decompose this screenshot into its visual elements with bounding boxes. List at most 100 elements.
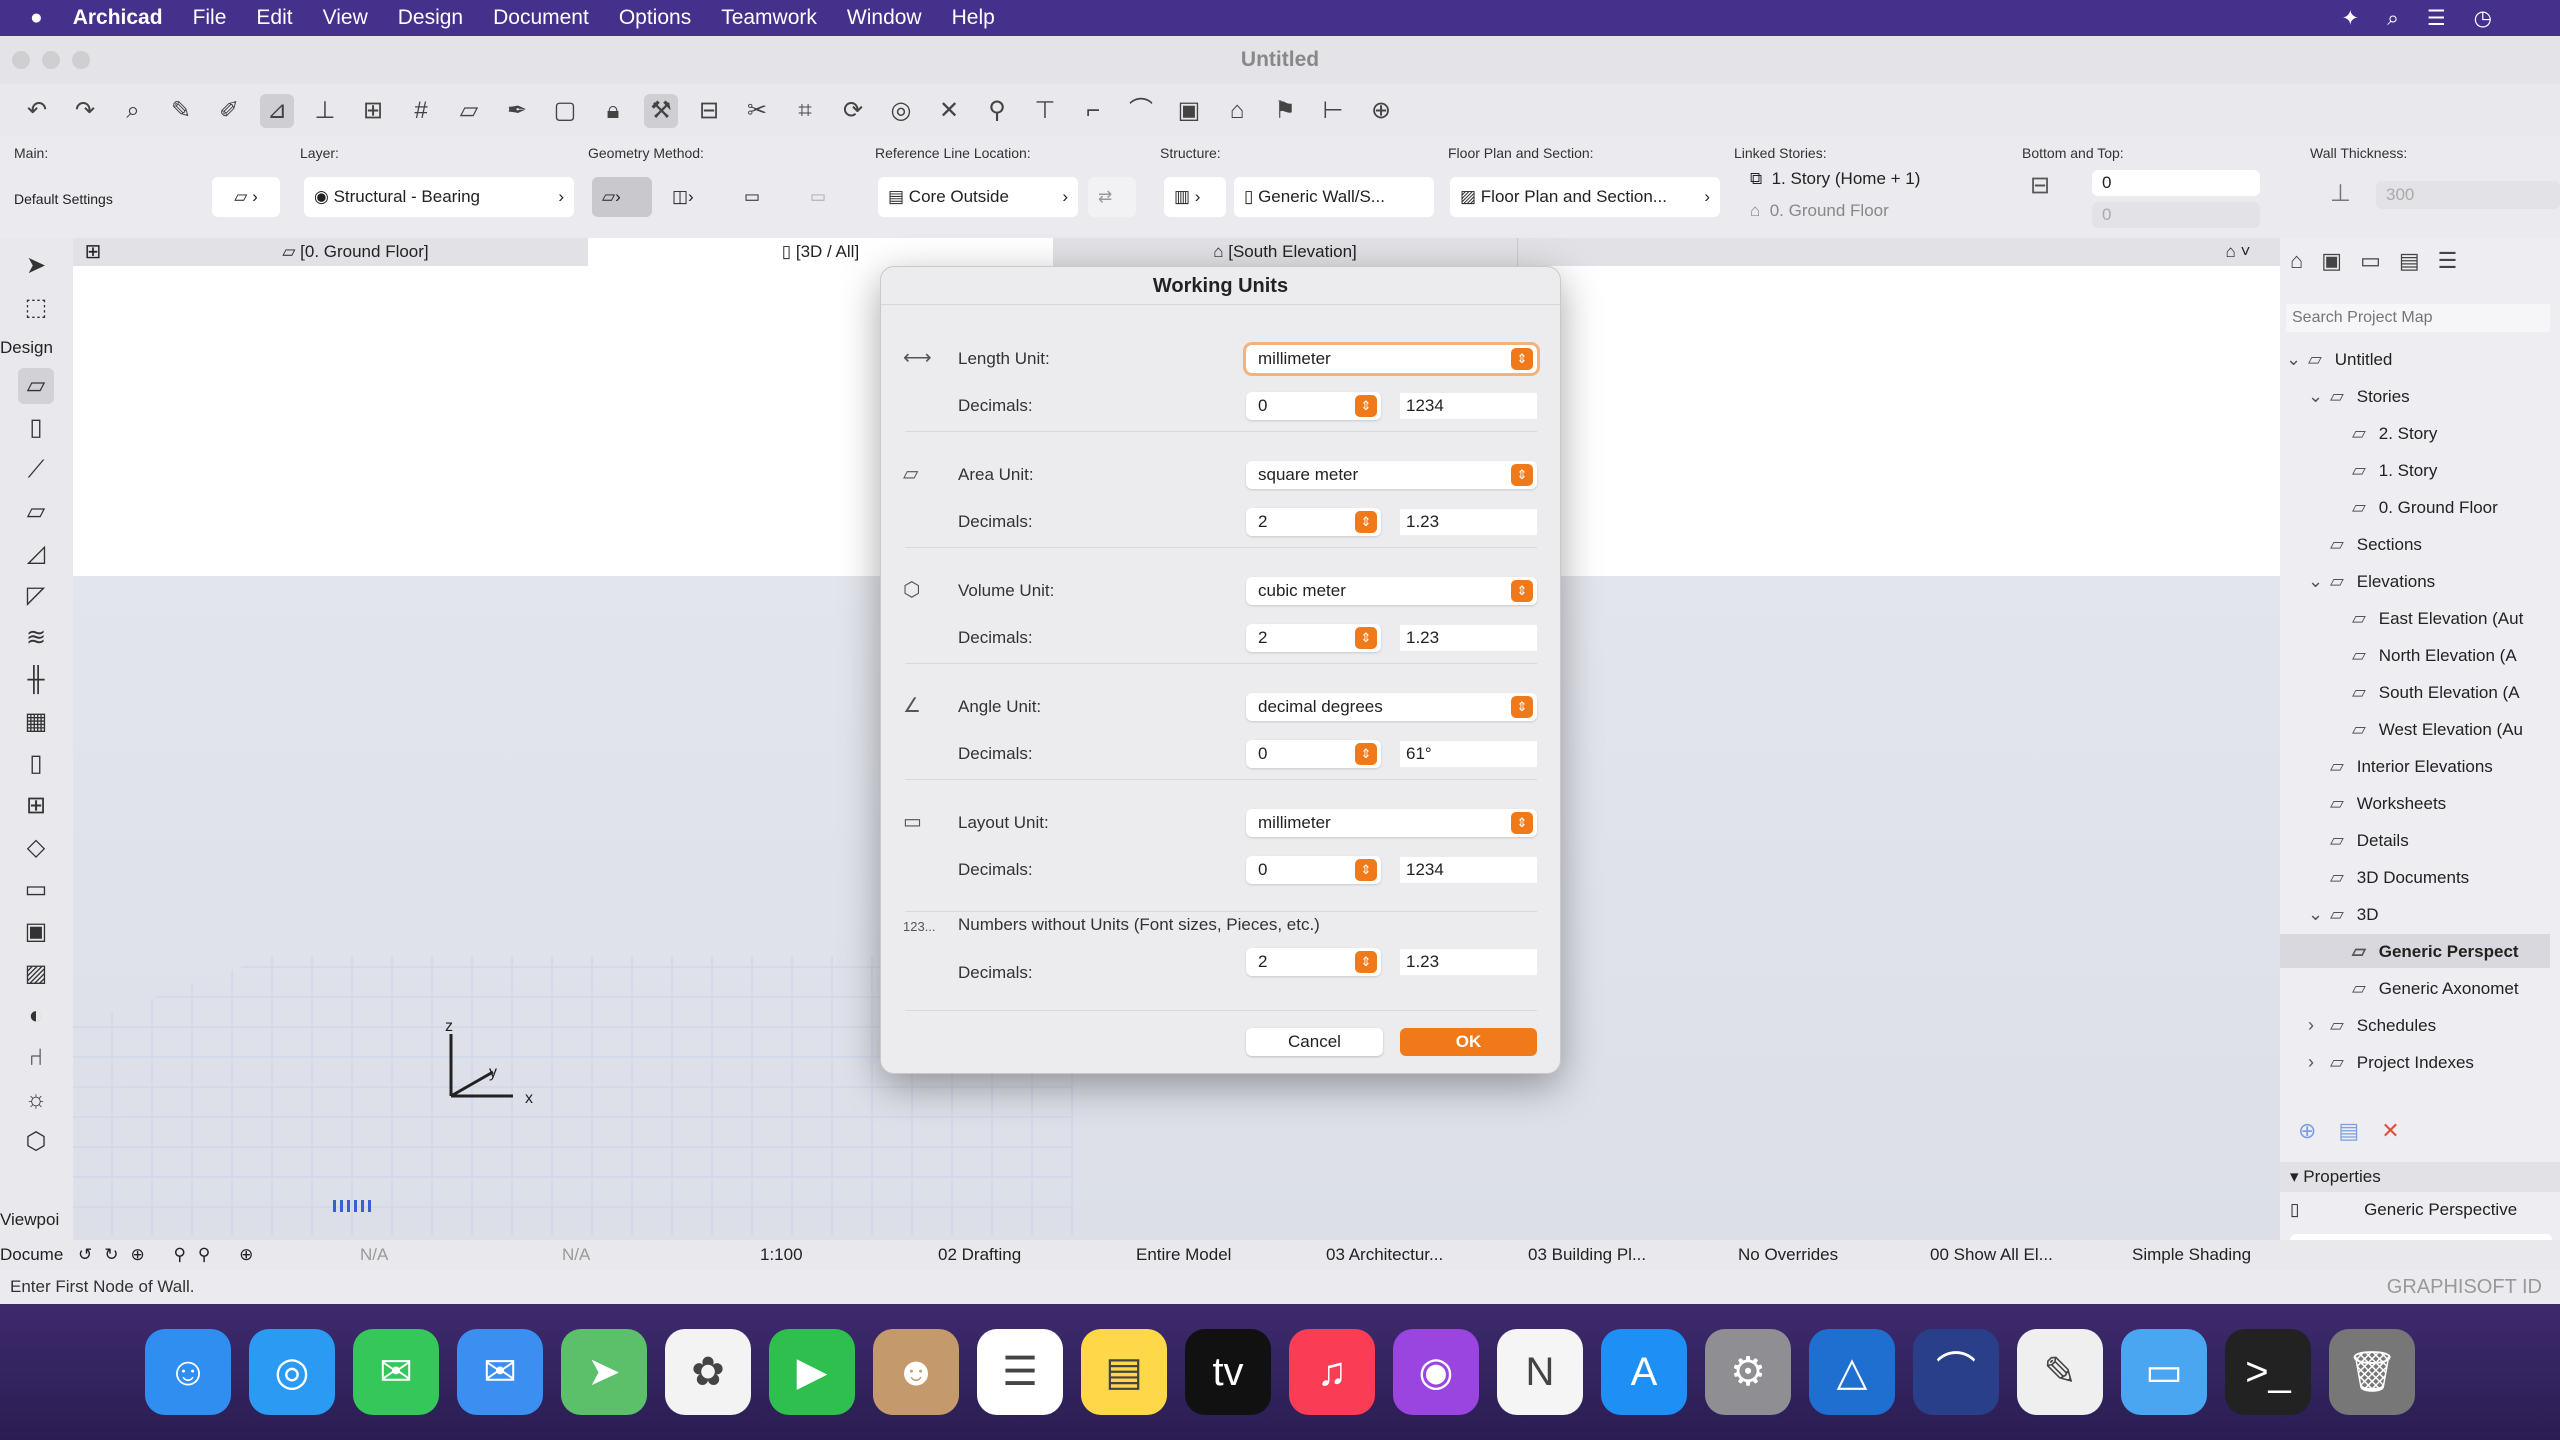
flip-refline-button[interactable]: ⇄ xyxy=(1088,177,1136,217)
lock-icon[interactable]: 🔒︎ xyxy=(596,94,630,128)
tab-3d[interactable]: ▯ [3D / All] xyxy=(588,238,1053,266)
dock-tv-icon[interactable]: tv xyxy=(1185,1329,1271,1415)
render-icon[interactable]: ◎ xyxy=(884,94,918,128)
zone-tool-icon[interactable]: ⬡ xyxy=(18,1124,54,1160)
stepper-arrows-icon[interactable]: ⇕ xyxy=(1355,951,1377,973)
magic-wand-icon[interactable]: ⚒ xyxy=(644,94,678,128)
unit-select[interactable]: decimal degrees ⇕ xyxy=(1246,693,1537,721)
decimals-stepper[interactable]: 0 ⇕ xyxy=(1246,392,1381,420)
arrow-tool-icon[interactable]: ➤ xyxy=(18,248,54,284)
dock-safari-icon[interactable]: ◎ xyxy=(249,1329,335,1415)
stepper-arrows-icon[interactable]: ⇕ xyxy=(1355,511,1377,533)
roof-icon[interactable]: ⌂ xyxy=(1220,94,1254,128)
search-project-map-input[interactable] xyxy=(2286,304,2550,332)
slab-tool-icon[interactable]: ▱ xyxy=(18,494,54,530)
tree-item[interactable]: › ▱ Schedules xyxy=(2280,1008,2550,1042)
menu-edit[interactable]: Edit xyxy=(256,6,292,30)
tree-item[interactable]: ▱ Details xyxy=(2280,823,2550,857)
find-select-icon[interactable]: ⌕ xyxy=(116,94,150,128)
model-view-options-select[interactable]: 03 Building Pl... xyxy=(1528,1240,1646,1270)
marquee-tool-icon[interactable]: ⬚ xyxy=(18,290,54,326)
dock-notes-icon[interactable]: ▤ xyxy=(1081,1329,1167,1415)
dimension-icon[interactable]: ⊟ xyxy=(692,94,726,128)
beam-tool-icon[interactable]: ⟋ xyxy=(18,452,54,488)
dock-messages-icon[interactable]: ✉ xyxy=(353,1329,439,1415)
split-icon[interactable]: ⌗ xyxy=(788,94,822,128)
shell-tool-icon[interactable]: ◸ xyxy=(18,578,54,614)
object-tool-icon[interactable]: ⑁ xyxy=(18,1040,54,1076)
dock-contacts-icon[interactable]: ☻ xyxy=(873,1329,959,1415)
top-offset-input[interactable]: 0 xyxy=(2092,170,2260,196)
geometry-trapezoid-button[interactable]: ▭ xyxy=(734,177,784,217)
zoom-controls[interactable]: ↺↻⊕ ⚲⚲ ⊕ xyxy=(78,1240,265,1270)
tab-south-elevation[interactable]: ⌂ [South Elevation] xyxy=(1053,238,1518,266)
structure-type-button[interactable]: ▥ › xyxy=(1164,177,1226,217)
geometry-polygon-button[interactable]: ▭ xyxy=(800,177,850,217)
decimals-stepper[interactable]: 0 ⇕ xyxy=(1246,740,1381,768)
graphisoft-id-button[interactable]: GRAPHISOFT ID xyxy=(2387,1270,2542,1304)
dock-podcasts-icon[interactable]: ◉ xyxy=(1393,1329,1479,1415)
tree-item[interactable]: ▱ 0. Ground Floor xyxy=(2280,490,2550,524)
decimals-stepper[interactable]: 2 ⇕ xyxy=(1246,508,1381,536)
stair-tool-icon[interactable]: ≋ xyxy=(18,620,54,656)
flag-icon[interactable]: ⚑ xyxy=(1268,94,1302,128)
skylight-tool-icon[interactable]: ◇ xyxy=(18,830,54,866)
slab-icon[interactable]: ▣ xyxy=(1172,94,1206,128)
tab-ground-floor[interactable]: ▱ [0. Ground Floor] xyxy=(123,238,588,266)
adjust-icon[interactable]: ⚲ xyxy=(980,94,1014,128)
graphic-override-select[interactable]: No Overrides xyxy=(1738,1240,1838,1270)
3d-style-select[interactable]: Simple Shading xyxy=(2132,1240,2251,1270)
scale-select[interactable]: 1:100 xyxy=(760,1240,803,1270)
structure-select[interactable]: ▯ Generic Wall/S... xyxy=(1234,177,1434,217)
tree-item[interactable]: ▱ 3D Documents xyxy=(2280,860,2550,894)
dock-folder-icon[interactable]: ▭ xyxy=(2121,1329,2207,1415)
disclosure-icon[interactable]: ⌄ xyxy=(2308,379,2330,413)
floorplan-select[interactable]: ▨ Floor Plan and Section... › xyxy=(1450,177,1720,217)
hierarchy-icon[interactable]: ⊢ xyxy=(1316,94,1350,128)
dock-facetime-icon[interactable]: ▶ xyxy=(769,1329,855,1415)
wall-settings-button[interactable]: ▱ › xyxy=(212,177,280,217)
unit-select[interactable]: cubic meter ⇕ xyxy=(1246,577,1537,605)
dock-music-icon[interactable]: ♫ xyxy=(1289,1329,1375,1415)
dock-photos-icon[interactable]: ✿ xyxy=(665,1329,751,1415)
close-window-button[interactable] xyxy=(12,51,30,69)
grid-icon[interactable]: # xyxy=(404,94,438,128)
tree-item[interactable]: ▱ Generic Perspect xyxy=(2280,934,2550,968)
menu-help[interactable]: Help xyxy=(952,6,995,30)
tree-item[interactable]: ⌄ ▱ 3D xyxy=(2280,897,2550,931)
bottom-offset-input[interactable]: 0 xyxy=(2092,202,2260,228)
disclosure-icon[interactable]: ⌄ xyxy=(2308,897,2330,931)
menu-app[interactable]: Archicad xyxy=(73,6,163,30)
grid-snap-icon[interactable]: ⊞ xyxy=(356,94,390,128)
decimals-stepper[interactable]: 0 ⇕ xyxy=(1246,856,1381,884)
numbers-decimals-stepper[interactable]: 2 ⇕ xyxy=(1246,948,1381,976)
offset-icon[interactable]: ⟳ xyxy=(836,94,870,128)
linked-bottom-story[interactable]: ⌂ 0. Ground Floor xyxy=(1750,201,1889,221)
stepper-arrows-icon[interactable]: ⇕ xyxy=(1355,395,1377,417)
undo-icon[interactable]: ↶ xyxy=(20,94,54,128)
view-options-dropdown[interactable]: ⌂ ˅ xyxy=(2208,238,2268,266)
tab-overview-icon[interactable]: ⊞ xyxy=(73,238,113,266)
railing-tool-icon[interactable]: ╫ xyxy=(18,662,54,698)
dock-bimx-icon[interactable]: △ xyxy=(1809,1329,1895,1415)
layer-select[interactable]: ◉ Structural - Bearing › xyxy=(304,177,574,217)
corner-icon[interactable]: ⌐ xyxy=(1076,94,1110,128)
zoom-window-button[interactable] xyxy=(72,51,90,69)
menu-document[interactable]: Document xyxy=(493,6,589,30)
pen-set-select[interactable]: 02 Drafting xyxy=(938,1240,1021,1270)
redo-icon[interactable]: ↷ xyxy=(68,94,102,128)
disclosure-icon[interactable]: ⌄ xyxy=(2308,564,2330,598)
stepper-arrows-icon[interactable]: ⇕ xyxy=(1355,627,1377,649)
curtain-wall-tool-icon[interactable]: ▦ xyxy=(18,704,54,740)
tree-item[interactable]: ⌄ ▱ Stories xyxy=(2280,379,2550,413)
dock-reminders-icon[interactable]: ☰ xyxy=(977,1329,1063,1415)
menu-file[interactable]: File xyxy=(193,6,227,30)
renovation-filter-select[interactable]: 00 Show All El... xyxy=(1930,1240,2053,1270)
menu-teamwork[interactable]: Teamwork xyxy=(721,6,817,30)
tree-item[interactable]: ▱ West Elevation (Au xyxy=(2280,712,2550,746)
elevate-icon[interactable]: ⊤ xyxy=(1028,94,1062,128)
stepper-arrows-icon[interactable]: ⇕ xyxy=(1355,859,1377,881)
syringe-icon[interactable]: ✐ xyxy=(212,94,246,128)
dock-textedit-icon[interactable]: ✎ xyxy=(2017,1329,2103,1415)
menu-options[interactable]: Options xyxy=(619,6,691,30)
